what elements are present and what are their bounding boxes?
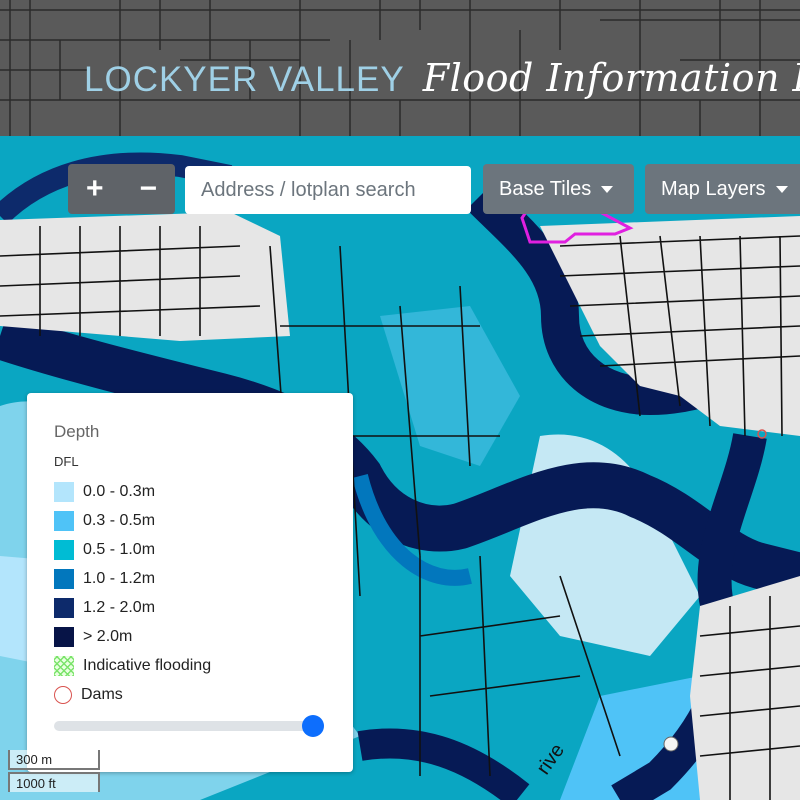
legend-item-label: 0.3 - 0.5m [83, 512, 156, 529]
legend-item: > 2.0m [54, 626, 132, 648]
legend-item-label: > 2.0m [83, 628, 133, 645]
zoom-in-button[interactable]: + [71, 164, 119, 214]
dam-circle-icon [54, 686, 72, 704]
legend-subtitle: DFL [54, 454, 79, 469]
legend-swatch [54, 569, 74, 589]
opacity-slider-thumb[interactable] [302, 715, 324, 737]
base-tiles-label: Base Tiles [499, 177, 592, 200]
legend-swatch [54, 511, 74, 531]
legend-swatch [54, 482, 74, 502]
scale-metric: 300 m [8, 750, 100, 770]
caret-down-icon [601, 185, 614, 193]
map-layers-label: Map Layers [661, 177, 766, 200]
scale-bar: 300 m 1000 ft [8, 750, 103, 794]
map-layers-dropdown[interactable]: Map Layers [645, 164, 800, 214]
legend-swatch [54, 540, 74, 560]
legend-swatch [54, 627, 74, 647]
address-search-input[interactable] [185, 166, 471, 214]
zoom-out-button[interactable]: − [124, 164, 172, 214]
legend-item-indicative: Indicative flooding [54, 655, 211, 677]
legend-item: 0.5 - 1.0m [54, 539, 155, 561]
legend-item: 1.0 - 1.2m [54, 568, 155, 590]
base-tiles-dropdown[interactable]: Base Tiles [483, 164, 634, 214]
opacity-slider[interactable] [54, 715, 324, 737]
legend-swatch [54, 598, 74, 618]
legend-item-label: 1.0 - 1.2m [83, 570, 156, 587]
header-banner: LOCKYER VALLEY Flood Information P [0, 0, 800, 136]
zoom-control: + − [68, 164, 175, 214]
legend-item: 0.0 - 0.3m [54, 481, 155, 503]
depth-legend: Depth DFL 0.0 - 0.3m 0.3 - 0.5m 0.5 - 1.… [27, 393, 353, 772]
legend-item-dams: Dams [54, 684, 123, 706]
hatch-icon [54, 656, 74, 676]
legend-item-label: Indicative flooding [83, 657, 212, 674]
legend-item-label: 1.2 - 2.0m [83, 599, 156, 616]
legend-item-label: Dams [81, 686, 123, 703]
legend-title: Depth [54, 422, 100, 441]
legend-item: 1.2 - 2.0m [54, 597, 155, 619]
title-main: LOCKYER VALLEY [84, 60, 405, 99]
caret-down-icon [775, 185, 788, 193]
scale-imperial: 1000 ft [8, 772, 100, 792]
legend-item: 0.3 - 0.5m [54, 510, 155, 532]
legend-item-label: 0.0 - 0.3m [83, 483, 156, 500]
legend-item-label: 0.5 - 1.0m [83, 541, 156, 558]
title-script: Flood Information P [422, 56, 800, 100]
